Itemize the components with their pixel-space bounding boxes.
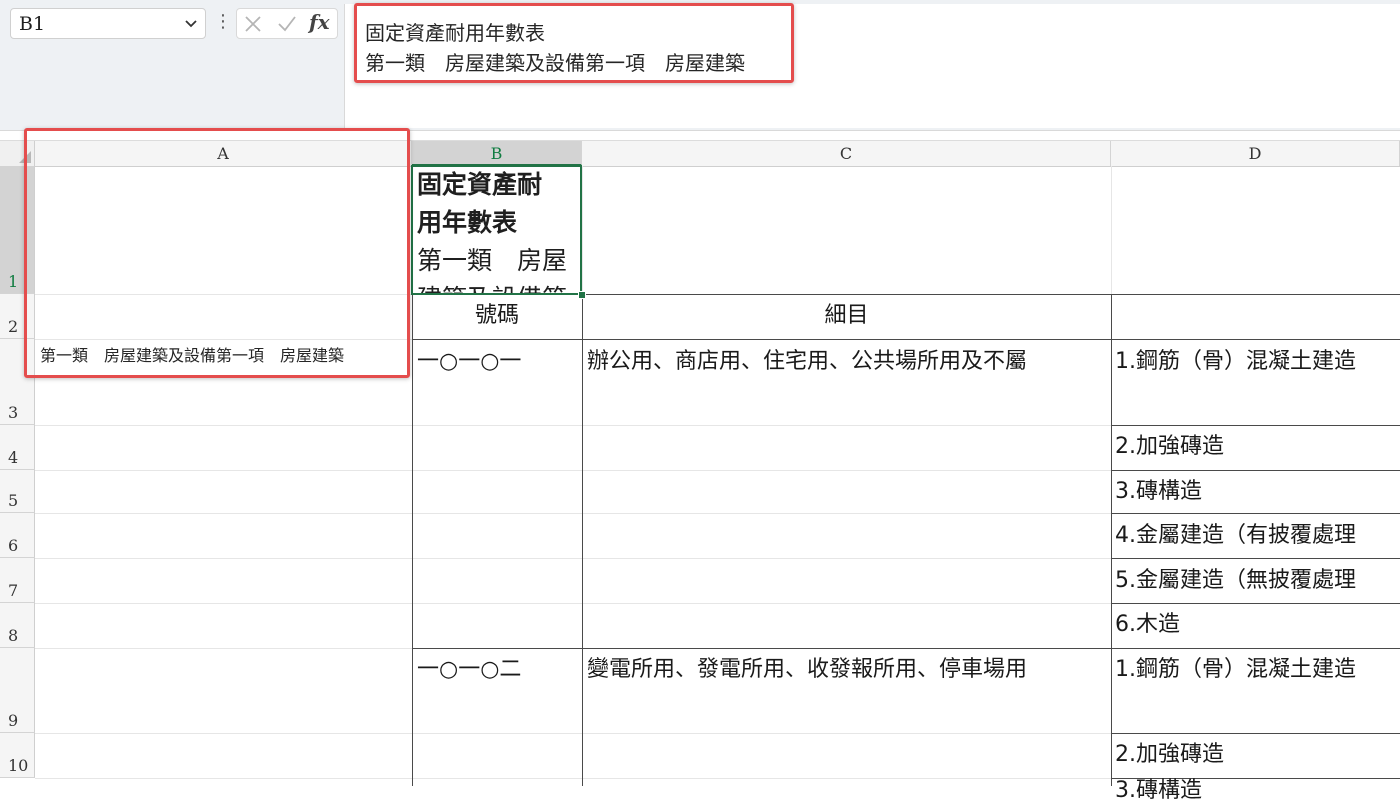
formula-buttons: fx (236, 8, 338, 39)
active-cell-border (411, 165, 582, 295)
cell-d10[interactable]: 2.加強磚造 (1115, 736, 1400, 768)
cell-b2[interactable]: 號碼 (412, 297, 582, 329)
row-header-9[interactable]: 9 (0, 648, 35, 733)
row-header-7[interactable]: 7 (0, 558, 35, 603)
name-box[interactable]: B1 (10, 8, 206, 39)
more-options-icon[interactable]: ⋮ (214, 10, 232, 34)
chevron-down-icon[interactable] (183, 15, 199, 31)
cell-d4[interactable]: 2.加強磚造 (1115, 428, 1400, 460)
row-header-10[interactable]: 10 (0, 733, 35, 778)
column-header-b[interactable]: B (412, 141, 582, 166)
cell-c3[interactable]: 辦公用、商店用、住宅用、公共場所用及不屬 (587, 343, 1109, 375)
name-box-value: B1 (19, 13, 46, 35)
cell-c9[interactable]: 變電所用、發電所用、收發報所用、停車場用 (587, 651, 1109, 683)
cell-b9[interactable]: 一○一○二 (417, 651, 580, 683)
cell-c2[interactable]: 細目 (582, 297, 1111, 329)
cell-d6[interactable]: 4.金屬建造（有披覆處理 (1115, 517, 1400, 549)
cell-b3[interactable]: 一○一○一 (417, 343, 580, 375)
cell-d7[interactable]: 5.金屬建造（無披覆處理 (1115, 562, 1400, 594)
column-a-annotation-box (24, 128, 410, 378)
row-header-8[interactable]: 8 (0, 603, 35, 648)
cell-d5[interactable]: 3.磚構造 (1115, 473, 1400, 505)
row-header-4[interactable]: 4 (0, 425, 35, 470)
row-header-6[interactable]: 6 (0, 513, 35, 558)
cell-d11[interactable]: 3.磚構造 (1115, 772, 1400, 804)
column-header-c[interactable]: C (582, 141, 1111, 166)
formula-bar-area: B1 ⋮ fx 固定資產耐用年數表 第一類 房屋建築及設備第一項 房屋建築 (0, 0, 1400, 131)
column-header-d[interactable]: D (1111, 141, 1400, 166)
cancel-icon[interactable] (243, 14, 263, 34)
cell-d9[interactable]: 1.鋼筋（骨）混凝土建造 (1115, 651, 1400, 683)
cell-d8[interactable]: 6.木造 (1115, 606, 1400, 638)
cell-d3[interactable]: 1.鋼筋（骨）混凝土建造 (1115, 343, 1400, 375)
row-header-5[interactable]: 5 (0, 470, 35, 513)
insert-function-icon[interactable]: fx (309, 10, 330, 34)
enter-checkmark-icon[interactable] (277, 14, 297, 34)
formula-annotation-box (354, 3, 794, 83)
